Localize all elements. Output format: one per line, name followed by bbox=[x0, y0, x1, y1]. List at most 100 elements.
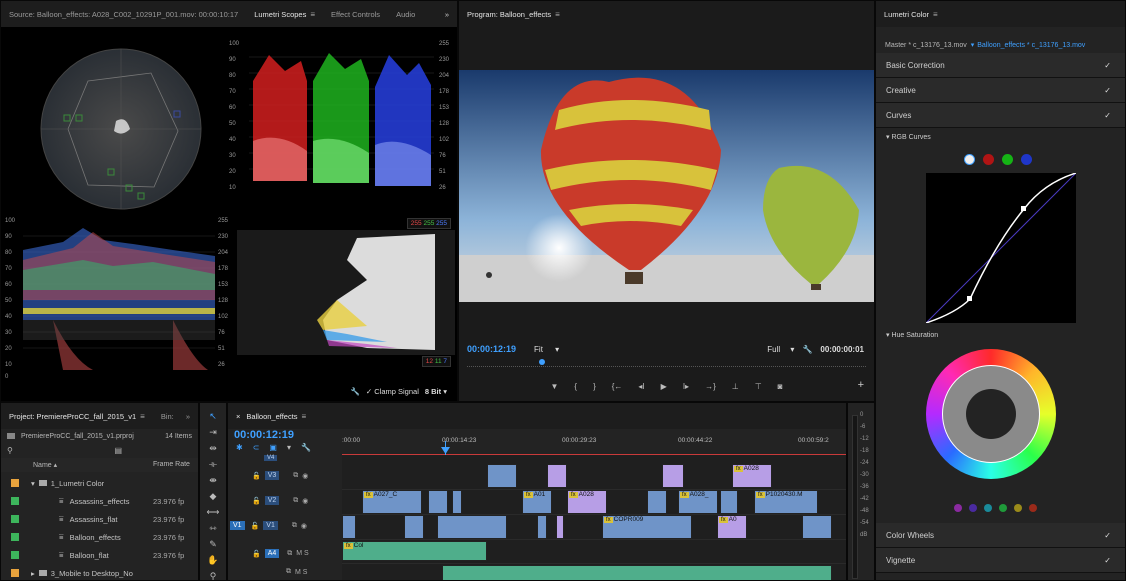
swatch-green[interactable] bbox=[999, 504, 1007, 512]
mark-out-icon[interactable]: } bbox=[593, 382, 596, 391]
section-vignette[interactable]: Vignette ✓ bbox=[876, 548, 1125, 573]
sync-lock-icon[interactable]: ⧉ bbox=[292, 522, 297, 530]
list-item[interactable]: ⩸ Assassins_flat 23.976 fp bbox=[1, 510, 198, 528]
enable-checkbox[interactable]: ✓ bbox=[1104, 556, 1111, 565]
timeline-clip[interactable] bbox=[342, 515, 356, 539]
tab-audio[interactable]: Audio bbox=[388, 1, 423, 27]
camera-icon[interactable]: ◙ bbox=[778, 382, 783, 391]
timeline-clip[interactable] bbox=[647, 490, 667, 514]
timeline-clip[interactable]: fx P1020430.M bbox=[754, 490, 818, 514]
playhead-icon[interactable] bbox=[539, 359, 545, 365]
white-channel-icon[interactable] bbox=[964, 154, 975, 165]
lock-icon[interactable]: 🔓 bbox=[252, 472, 261, 480]
swatch-teal[interactable] bbox=[984, 504, 992, 512]
track-header-v2[interactable]: 🔓 V2 ⧉ ◉ bbox=[228, 488, 340, 513]
step-back-icon[interactable]: ◂I bbox=[638, 382, 644, 391]
time-ruler[interactable]: :00:00 00:00:14:23 00:00:29:23 00:00:44:… bbox=[342, 433, 846, 455]
ripple-edit-tool-icon[interactable]: ⇹ bbox=[209, 443, 217, 454]
wrench-icon[interactable]: 🔧 bbox=[802, 345, 812, 354]
red-channel-icon[interactable] bbox=[983, 154, 994, 165]
slide-tool-icon[interactable]: ⇿ bbox=[209, 523, 217, 534]
program-timecode[interactable]: 00:00:12:19 bbox=[467, 344, 516, 354]
razor-tool-icon[interactable]: ◆ bbox=[210, 491, 217, 502]
timeline-clip[interactable] bbox=[537, 515, 547, 539]
timeline-clip[interactable]: fx A028 bbox=[732, 464, 772, 488]
enable-checkbox[interactable]: ✓ bbox=[1104, 531, 1111, 540]
lock-icon[interactable]: 🔓 bbox=[252, 497, 261, 505]
timeline-clip[interactable]: fx A028 bbox=[567, 490, 607, 514]
step-forward-icon[interactable]: I▸ bbox=[683, 382, 689, 391]
tab-lumetri-color[interactable]: Lumetri Color ≡ bbox=[876, 1, 946, 27]
mute-solo-buttons[interactable]: M S bbox=[296, 550, 308, 557]
swatch-magenta[interactable] bbox=[954, 504, 962, 512]
panel-menu-icon[interactable]: ≡ bbox=[555, 10, 560, 19]
section-basic-correction[interactable]: Basic Correction ✓ bbox=[876, 53, 1125, 78]
eye-icon[interactable]: ◉ bbox=[302, 472, 308, 480]
timeline-clip[interactable] bbox=[452, 490, 462, 514]
sequence-clip-label[interactable]: Balloon_effects * c_13176_13.mov bbox=[977, 42, 1085, 49]
panel-menu-icon[interactable]: ≡ bbox=[310, 10, 315, 19]
timeline-clip[interactable]: fx A01 bbox=[522, 490, 552, 514]
list-item[interactable]: ▾ 1_Lumetri Color bbox=[1, 474, 198, 492]
section-color-wheels[interactable]: Color Wheels ✓ bbox=[876, 523, 1125, 548]
timeline-clip[interactable] bbox=[487, 464, 517, 488]
mute-solo-buttons[interactable]: M S bbox=[295, 569, 307, 576]
clamp-signal-checkbox[interactable]: ✓ Clamp Signal bbox=[366, 387, 419, 396]
timeline-clip[interactable]: fx COPR009 bbox=[602, 515, 692, 539]
hue-saturation-header[interactable]: ▾ Hue Saturation bbox=[886, 331, 938, 339]
wrench-icon[interactable]: 🔧 bbox=[301, 443, 311, 452]
hand-tool-icon[interactable]: ✋ bbox=[207, 555, 218, 566]
list-item[interactable]: ▸ 3_Mobile to Desktop_No bbox=[1, 564, 198, 580]
new-bin-icon[interactable]: ▤ bbox=[114, 446, 122, 455]
swatch-olive[interactable] bbox=[1014, 504, 1022, 512]
hue-saturation-wheel[interactable] bbox=[926, 349, 1056, 479]
rgb-curves-header[interactable]: ▾ RGB Curves bbox=[886, 133, 931, 141]
timeline-clip[interactable]: fx A027_C bbox=[362, 490, 422, 514]
sync-lock-icon[interactable]: ⧉ bbox=[293, 472, 298, 480]
overflow-icon[interactable]: » bbox=[178, 403, 198, 429]
source-patch[interactable]: V1 bbox=[230, 521, 245, 530]
fit-select[interactable]: Fit ▾ bbox=[534, 345, 559, 354]
audio-clip[interactable]: fx Col bbox=[342, 541, 487, 561]
enable-checkbox[interactable]: ✓ bbox=[1104, 111, 1111, 120]
rate-stretch-tool-icon[interactable]: ⇼ bbox=[209, 475, 217, 486]
rgb-curve-graph[interactable] bbox=[926, 173, 1076, 323]
go-to-in-icon[interactable]: {← bbox=[612, 382, 623, 391]
section-curves[interactable]: Curves ✓ bbox=[876, 103, 1125, 128]
timeline-clip[interactable] bbox=[662, 464, 684, 488]
wrench-icon[interactable]: 🔧 bbox=[351, 387, 360, 396]
frame-rate-column-header[interactable]: Frame Rate bbox=[153, 461, 190, 468]
green-channel-icon[interactable] bbox=[1002, 154, 1013, 165]
master-clip-label[interactable]: Master * c_13176_13.mov bbox=[885, 42, 967, 49]
blue-channel-icon[interactable] bbox=[1021, 154, 1032, 165]
timeline-clip[interactable]: fx A0 bbox=[717, 515, 747, 539]
enable-checkbox[interactable]: ✓ bbox=[1104, 86, 1111, 95]
search-icon[interactable]: ⚲ bbox=[7, 446, 13, 455]
snap-icon[interactable]: ✱ bbox=[236, 443, 243, 452]
sync-lock-icon[interactable]: ⧉ bbox=[286, 568, 291, 576]
tab-source[interactable]: Source: Balloon_effects: A028_C002_10291… bbox=[1, 1, 246, 27]
panel-menu-icon[interactable]: ≡ bbox=[302, 412, 307, 421]
lock-icon[interactable]: 🔓 bbox=[251, 522, 260, 530]
timeline-timecode[interactable]: 00:00:12:19 bbox=[234, 429, 294, 441]
tab-project[interactable]: Project: PremiereProCC_fall_2015_v1 ≡ bbox=[1, 403, 153, 429]
linked-selection-icon[interactable]: ⊂ bbox=[253, 443, 260, 452]
quality-select[interactable]: Full ▾ bbox=[767, 345, 794, 354]
enable-checkbox[interactable]: ✓ bbox=[1104, 61, 1111, 70]
slip-tool-icon[interactable]: ⟷ bbox=[207, 507, 220, 518]
eye-icon[interactable]: ◉ bbox=[301, 522, 307, 530]
track-header-v1[interactable]: V1 🔓 V1 ⧉ ◉ bbox=[228, 513, 340, 538]
marker-icon[interactable]: ▼ bbox=[550, 382, 558, 391]
tab-sequence[interactable]: × Balloon_effects ≡ bbox=[228, 403, 314, 429]
tab-program[interactable]: Program: Balloon_effects ≡ bbox=[459, 1, 568, 27]
program-scrubber[interactable] bbox=[467, 359, 866, 367]
timeline-clip[interactable]: fx A028_ bbox=[678, 490, 718, 514]
bit-depth-select[interactable]: 8 Bit ▾ bbox=[425, 387, 447, 396]
timeline-clip[interactable] bbox=[556, 515, 564, 539]
selection-tool-icon[interactable]: ↖ bbox=[209, 411, 217, 422]
track-header-v4[interactable]: V4 bbox=[228, 455, 340, 463]
timeline-clip[interactable] bbox=[428, 490, 448, 514]
swatch-red[interactable] bbox=[1029, 504, 1037, 512]
audio-clip[interactable] bbox=[442, 565, 832, 580]
timeline-clip[interactable] bbox=[547, 464, 567, 488]
